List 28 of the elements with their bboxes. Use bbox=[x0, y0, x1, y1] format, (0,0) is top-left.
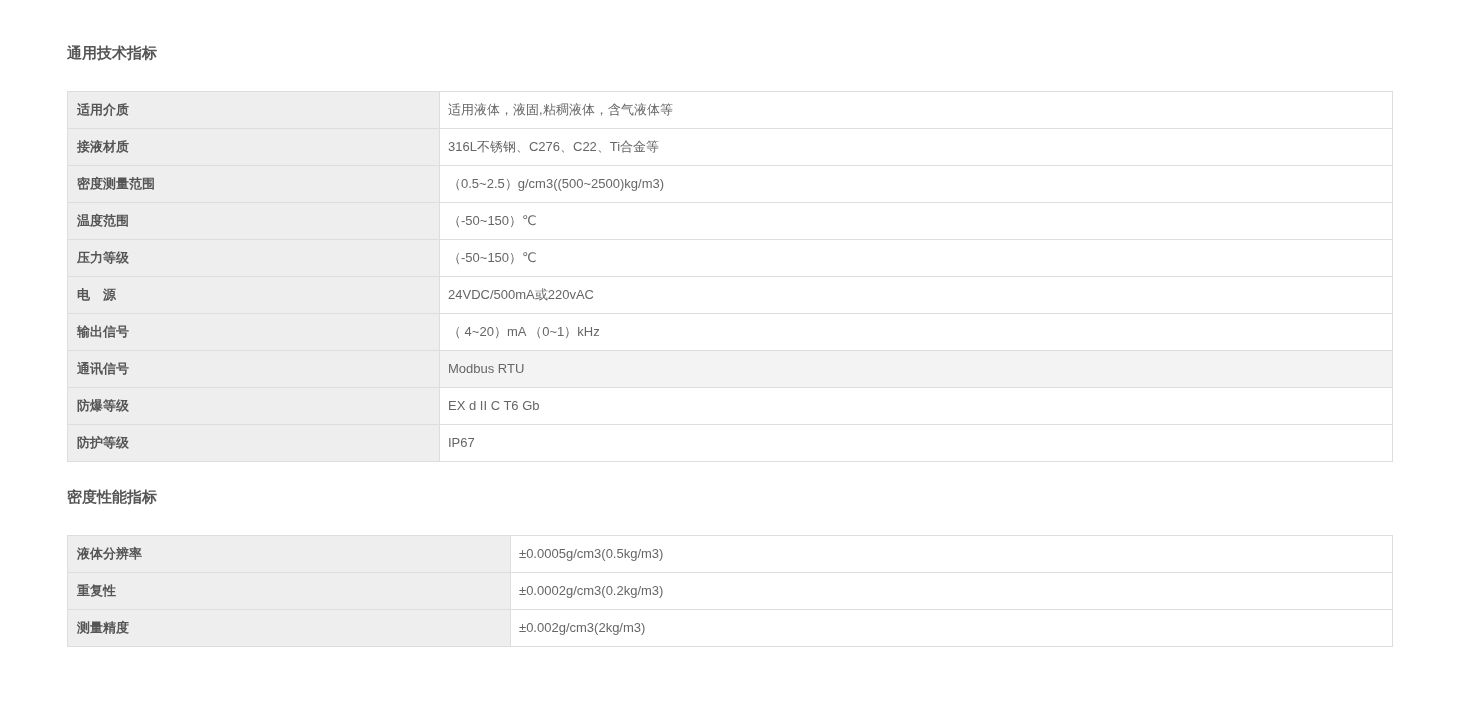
table-cell: 液体分辨率 bbox=[68, 536, 511, 572]
table-cell-text: 适用液体，液固,粘稠液体，含气液体等 bbox=[447, 101, 674, 119]
table-cell-text: （-50~150）℃ bbox=[447, 212, 538, 230]
table-cell: Modbus RTU bbox=[440, 351, 1392, 387]
table-cell-text: （0.5~2.5）g/cm3((500~2500)kg/m3) bbox=[447, 175, 666, 193]
table-cell: 接液材质 bbox=[68, 129, 440, 165]
table-cell: 电 源 bbox=[68, 277, 440, 313]
table-cell: 温度范围 bbox=[68, 203, 440, 239]
table-cell: 压力等级 bbox=[68, 240, 440, 276]
table-cell: 测量精度 bbox=[68, 610, 511, 646]
table-cell-text: （ 4~20）mA （0~1）kHz bbox=[447, 323, 601, 341]
table-cell: 防护等级 bbox=[68, 425, 440, 461]
table-cell: 防爆等级 bbox=[68, 388, 440, 424]
table-cell-text: ±0.0002g/cm3(0.2kg/m3) bbox=[518, 582, 665, 600]
table-cell: 通讯信号 bbox=[68, 351, 440, 387]
table-cell: 重复性 bbox=[68, 573, 511, 609]
table-cell-text: （-50~150）℃ bbox=[447, 249, 538, 267]
section-title: 密度性能指标 bbox=[67, 487, 158, 507]
table-cell: 密度测量范围 bbox=[68, 166, 440, 202]
table-cell-text: ±0.002g/cm3(2kg/m3) bbox=[518, 619, 647, 637]
table-cell-text: EX d II C T6 Gb bbox=[447, 397, 541, 415]
section-title: 通用技术指标 bbox=[67, 43, 158, 63]
table-cell: 适用介质 bbox=[68, 92, 440, 128]
table-cell-text: 316L不锈钢、C276、C22、Ti合金等 bbox=[447, 138, 661, 156]
table-cell-text: IP67 bbox=[447, 434, 476, 452]
table-cell-text: ±0.0005g/cm3(0.5kg/m3) bbox=[518, 545, 665, 563]
table-cell-text: 24VDC/500mA或220vAC bbox=[447, 286, 595, 304]
table-cell: 输出信号 bbox=[68, 314, 440, 350]
